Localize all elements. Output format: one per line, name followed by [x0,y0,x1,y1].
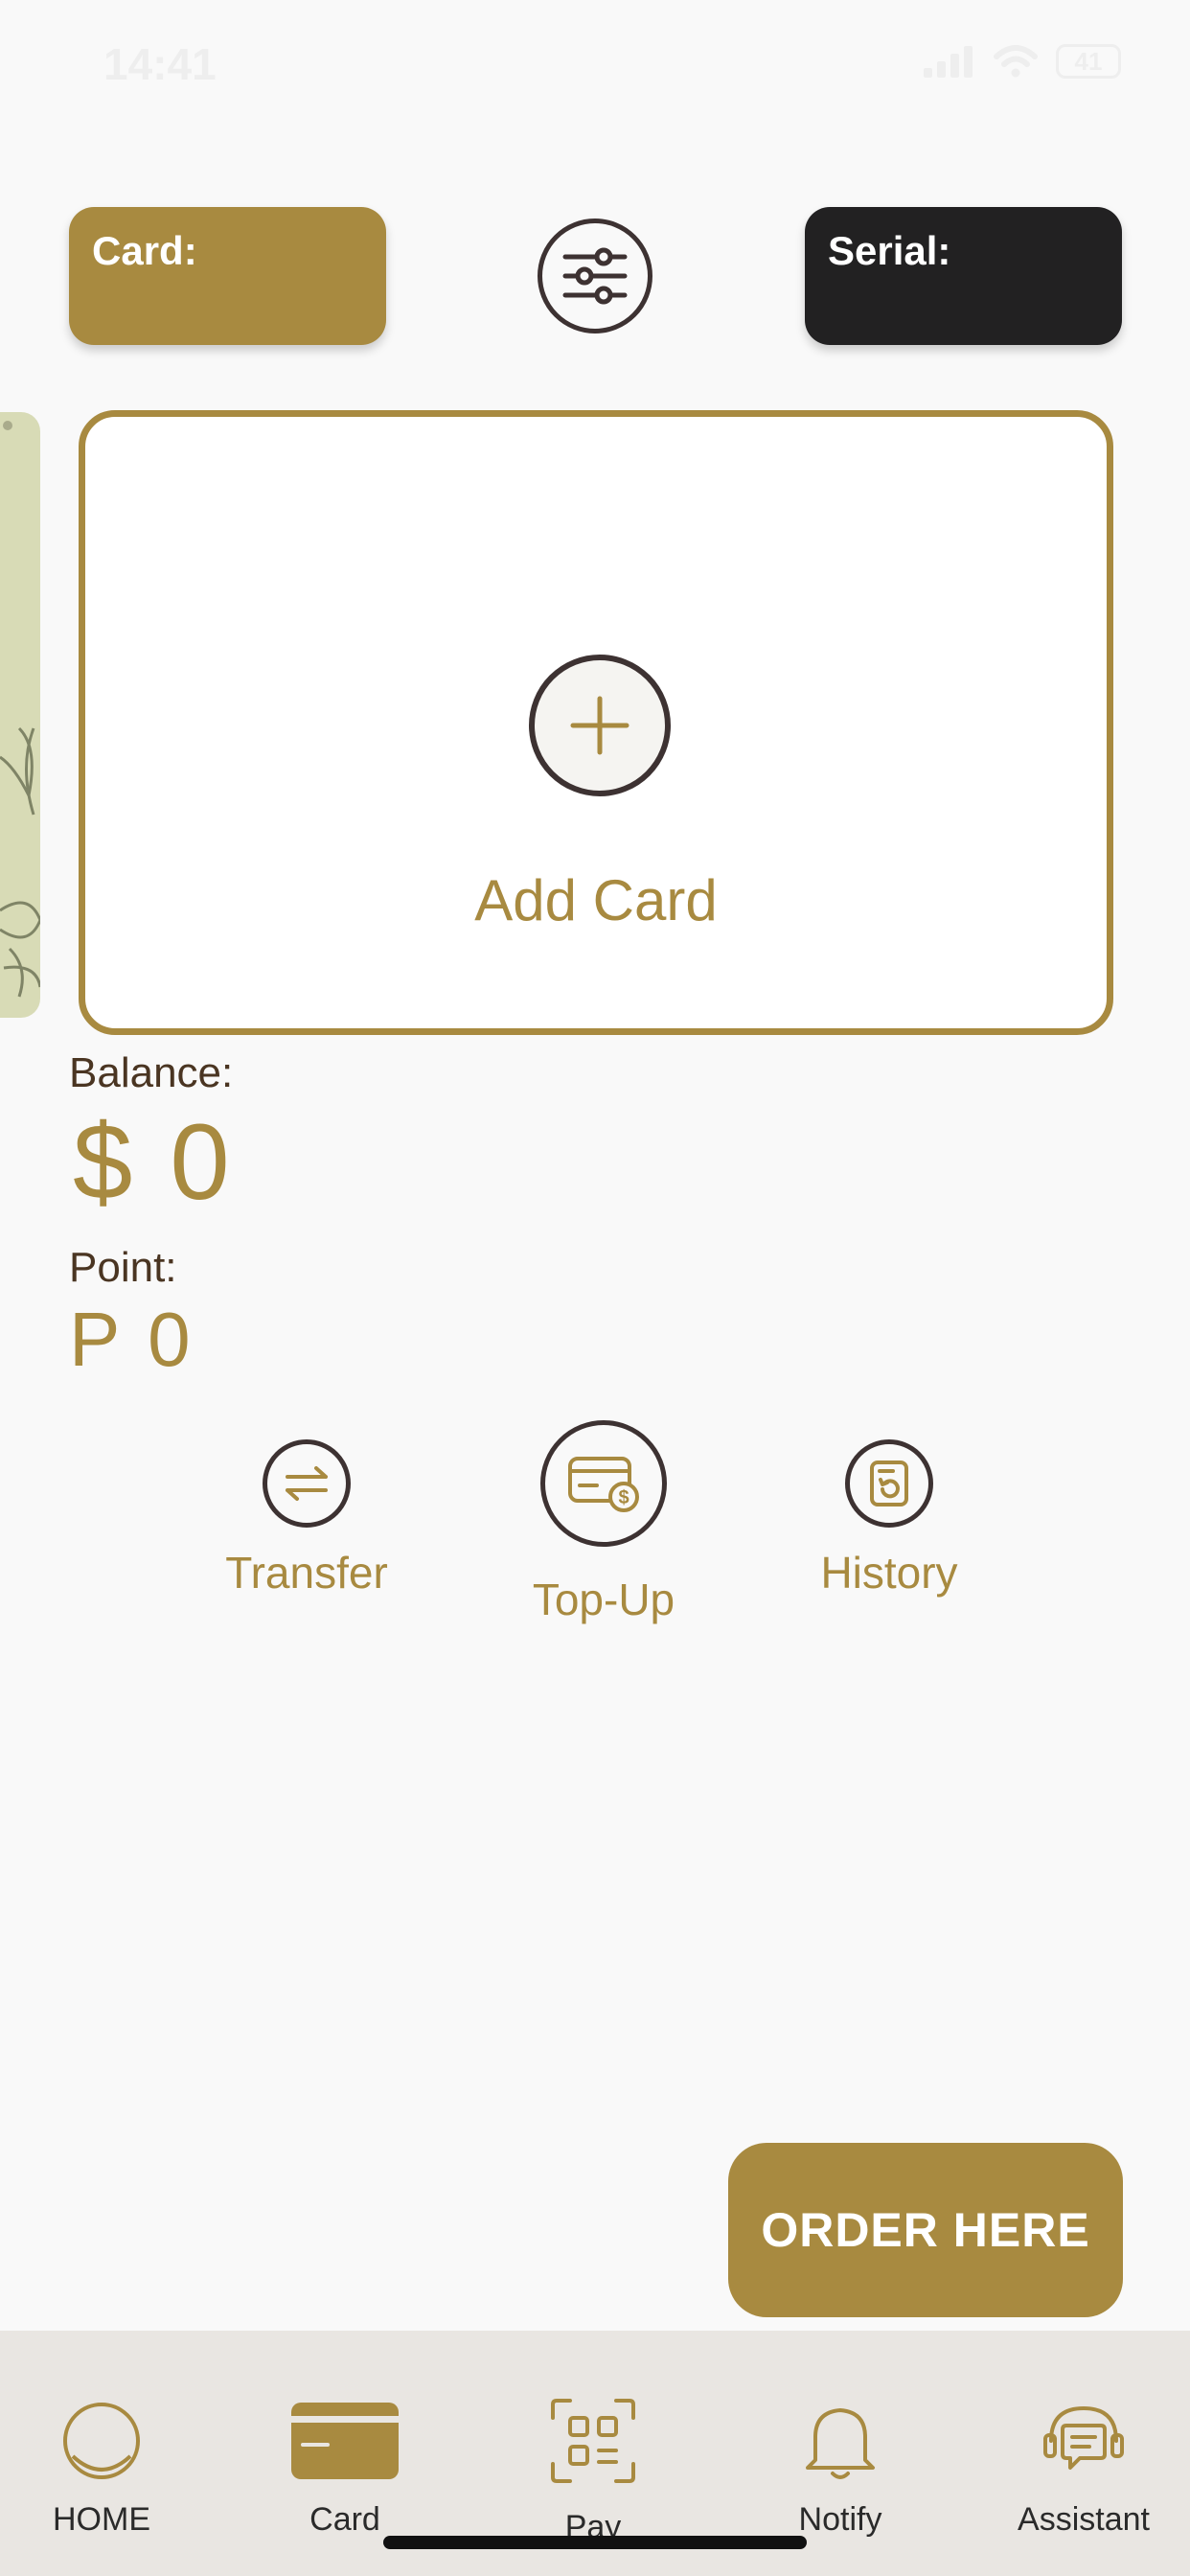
card-dollar-icon: $ [568,1457,639,1512]
serial-chip[interactable]: Serial: [805,207,1122,345]
status-icons: 41 [924,44,1121,79]
balance-label: Balance: [69,1049,234,1096]
bell-icon [744,2388,936,2494]
add-card-label: Add Card [474,868,718,932]
tab-home-label: HOME [53,2501,150,2538]
balance-value: $ 0 [73,1102,234,1222]
card-chip-label: Card: [92,228,197,273]
top-up-button[interactable]: $ [540,1420,667,1547]
sliders-icon [562,247,628,305]
tab-card-label: Card [309,2501,380,2538]
filter-button[interactable] [538,218,652,334]
add-card-panel[interactable]: Add Card [79,410,1113,1035]
card-chip[interactable]: Card: [69,207,386,345]
headset-chat-icon [988,2388,1179,2494]
signal-icon [924,46,973,78]
top-up-label: Top-Up [532,1575,675,1624]
transfer-button[interactable] [263,1439,351,1528]
home-indicator [383,2536,807,2549]
tab-assistant[interactable]: Assistant [988,2331,1179,2576]
battery-level: 41 [1074,46,1103,76]
svg-text:$: $ [618,1487,629,1508]
previous-card-peek[interactable] [0,412,40,1018]
battery-icon: 41 [1056,44,1121,79]
qr-scan-icon [497,2388,689,2494]
wifi-icon [994,45,1038,78]
transfer-action[interactable]: Transfer [211,1439,402,1598]
home-circle-icon [6,2388,197,2494]
tab-notify-label: Notify [798,2501,882,2538]
history-button[interactable] [845,1439,933,1528]
serial-chip-label: Serial: [828,228,951,273]
transfer-arrows-icon [286,1466,328,1501]
status-time: 14:41 [103,39,217,89]
tab-home[interactable]: HOME [6,2331,197,2576]
plus-icon [570,696,629,755]
point-value: P 0 [69,1297,195,1382]
status-bar: 14:41 41 [0,0,1190,125]
order-here-button[interactable]: ORDER HERE [728,2143,1123,2317]
leaf-pattern-icon [0,421,40,998]
point-label: Point: [69,1244,177,1291]
add-card-button[interactable] [529,655,671,796]
card-icon [249,2388,441,2494]
top-up-action[interactable]: $ Top-Up [508,1420,699,1625]
transfer-label: Transfer [225,1548,388,1598]
history-receipt-icon [870,1460,908,1506]
tab-assistant-label: Assistant [1018,2501,1150,2538]
history-label: History [820,1548,958,1598]
history-action[interactable]: History [793,1439,985,1598]
